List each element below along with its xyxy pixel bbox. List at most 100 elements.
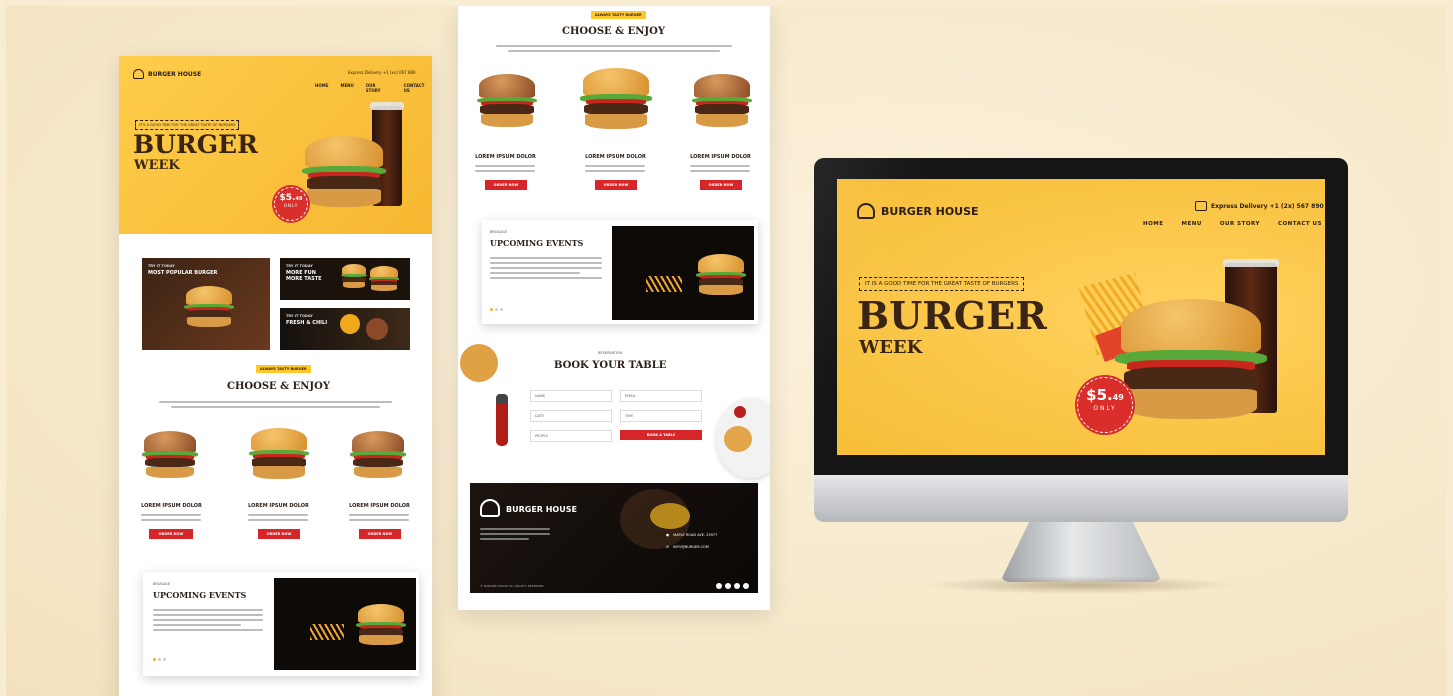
- social-icons: [716, 583, 749, 589]
- burger-logo-icon: [857, 203, 875, 219]
- nav-contact-us[interactable]: CONTACT US: [404, 83, 432, 93]
- left-hero-title: BURGER: [133, 130, 258, 159]
- twitter-icon[interactable]: [725, 583, 731, 589]
- monitor-delivery-info: Express Delivery +1 (2x) 567 890: [1195, 201, 1324, 211]
- mid-order-button-3[interactable]: ORDER NOW: [700, 180, 742, 190]
- booking-title: BOOK YOUR TABLE: [554, 360, 667, 371]
- nav-our-story[interactable]: OUR STORY: [1220, 221, 1260, 227]
- footer-logo[interactable]: BURGER HOUSE: [506, 505, 577, 514]
- promo-card-fun[interactable]: TRY IT TODAY MORE FUN MORE TASTE: [280, 258, 410, 300]
- burger-logo-icon: [133, 69, 144, 79]
- nav-home[interactable]: HOME: [315, 83, 328, 93]
- left-logo[interactable]: BURGER HOUSE: [133, 69, 201, 79]
- booking-time-field[interactable]: TIME: [620, 410, 702, 422]
- mid-events-carousel-dots[interactable]: [490, 308, 503, 311]
- monitor-shadow: [924, 576, 1238, 594]
- footer-copyright: © BURGER HOUSE ALL RIGHTS RESERVED: [480, 584, 544, 588]
- side-burger-decoration: [460, 344, 498, 382]
- nav-menu[interactable]: MENU: [1182, 221, 1202, 227]
- monitor-stand: [1000, 522, 1162, 582]
- delivery-truck-icon: [1195, 201, 1207, 211]
- showcase-canvas: BURGER HOUSE Express Delivery +1 (xx) 06…: [6, 6, 1447, 696]
- left-events-carousel-dots[interactable]: [153, 658, 166, 661]
- mid-menu-item-3: LOREM IPSUM DOLOR ORDER NOW: [678, 58, 763, 198]
- facebook-icon[interactable]: [716, 583, 722, 589]
- hero-burger-image: [301, 136, 387, 208]
- monitor-burger-image: [1115, 299, 1267, 421]
- book-table-button[interactable]: BOOK A TABLE: [620, 430, 702, 440]
- left-section-description: [159, 398, 392, 411]
- monitor-price-badge: $5.49 ONLY: [1077, 377, 1133, 433]
- mail-icon: ✉: [666, 545, 669, 549]
- plate-decoration: [716, 398, 770, 478]
- left-events-sub: BRUSAGE: [153, 582, 170, 586]
- footer-email[interactable]: ✉ INFO@BURGER.COM: [666, 545, 709, 549]
- booking-sub: RESERVATION: [598, 351, 623, 355]
- monitor-mockup: BURGER HOUSE Express Delivery +1 (2x) 56…: [814, 158, 1348, 596]
- booking-people-field[interactable]: PEOPLE: [530, 430, 612, 442]
- youtube-icon[interactable]: [743, 583, 749, 589]
- left-menu-item-1: LOREM IPSUM DOLOR ORDER NOW: [129, 426, 214, 546]
- footer-section: BURGER HOUSE ● MAPLE ROAD AVE. 23977 ✉ I…: [470, 483, 758, 593]
- mid-section-description: [496, 42, 732, 55]
- left-section-tag: ALWAYS TASTY BURGER: [256, 365, 311, 373]
- left-events-image: [274, 578, 416, 670]
- left-price-badge: $5.49 ONLY: [274, 187, 308, 221]
- booking-email-field[interactable]: EMAIL: [620, 390, 702, 402]
- nav-home[interactable]: HOME: [1143, 221, 1164, 227]
- monitor-hero-tagline: IT IS A GOOD TIME FOR THE GREAT TASTE OF…: [859, 277, 1025, 291]
- ketchup-bottle-decoration: [496, 394, 508, 446]
- left-nav: HOME MENU OUR STORY CONTACT US: [315, 83, 432, 93]
- mid-item-title-2: LOREM IPSUM DOLOR: [585, 154, 646, 160]
- nav-menu[interactable]: MENU: [340, 83, 353, 93]
- mid-item-title-1: LOREM IPSUM DOLOR: [475, 154, 536, 160]
- left-hero-subtitle: WEEK: [134, 158, 180, 173]
- mid-order-button-2[interactable]: ORDER NOW: [595, 180, 637, 190]
- left-page-mockup: BURGER HOUSE Express Delivery +1 (xx) 06…: [119, 56, 432, 696]
- nav-our-story[interactable]: OUR STORY: [366, 83, 392, 93]
- monitor-hero-title: BURGER: [857, 293, 1047, 338]
- left-hero-tagline: IT'S A GOOD TIME FOR THE GREAT TASTE OF …: [135, 120, 240, 130]
- location-pin-icon: ●: [666, 533, 670, 537]
- left-order-button-1[interactable]: ORDER NOW: [149, 529, 193, 539]
- monitor-screen: BURGER HOUSE Express Delivery +1 (2x) 56…: [837, 179, 1325, 455]
- left-events-title: UPCOMING EVENTS: [153, 590, 247, 600]
- monitor-hero-subtitle: WEEK: [859, 337, 923, 358]
- left-menu-item-2: LOREM IPSUM DOLOR ORDER NOW: [236, 426, 321, 546]
- left-item-title-2: LOREM IPSUM DOLOR: [248, 503, 309, 509]
- left-hero-section: BURGER HOUSE Express Delivery +1 (xx) 06…: [119, 56, 432, 234]
- monitor-logo[interactable]: BURGER HOUSE: [857, 203, 979, 219]
- left-menu-item-3: LOREM IPSUM DOLOR ORDER NOW: [337, 426, 422, 546]
- booking-name-field[interactable]: NAME: [530, 390, 612, 402]
- promo-card-popular[interactable]: TRY IT TODAY MOST POPULAR BURGER: [142, 258, 270, 350]
- monitor-chin: [814, 475, 1348, 522]
- monitor-logo-text: BURGER HOUSE: [881, 204, 979, 218]
- middle-page-mockup: ALWAYS TASTY BURGER CHOOSE & ENJOY LOREM…: [458, 6, 770, 610]
- mid-menu-item-2: LOREM IPSUM DOLOR ORDER NOW: [573, 58, 658, 198]
- left-section-title: CHOOSE & ENJOY: [227, 381, 331, 392]
- left-logo-text: BURGER HOUSE: [148, 70, 202, 78]
- monitor-nav: HOME MENU OUR STORY CONTACT US: [1143, 221, 1322, 227]
- nav-contact-us[interactable]: CONTACT US: [1278, 221, 1322, 227]
- booking-date-field[interactable]: DATE: [530, 410, 612, 422]
- mid-events-sub: BRUSAGE: [490, 230, 507, 234]
- left-delivery-info: Express Delivery +1 (xx) 067 890: [348, 70, 416, 75]
- footer-address: ● MAPLE ROAD AVE. 23977: [666, 533, 718, 537]
- mid-events-card: BRUSAGE UPCOMING EVENTS: [482, 220, 758, 324]
- promo-banners: TRY IT TODAY MOST POPULAR BURGER TRY IT …: [142, 258, 412, 350]
- instagram-icon[interactable]: [734, 583, 740, 589]
- left-order-button-3[interactable]: ORDER NOW: [359, 529, 401, 539]
- mid-order-button-1[interactable]: ORDER NOW: [485, 180, 527, 190]
- promo-card-chili[interactable]: TRY IT TODAY FRESH & CHILI: [280, 308, 410, 350]
- mid-events-image: [612, 226, 754, 320]
- left-item-title-1: LOREM IPSUM DOLOR: [141, 503, 202, 509]
- mid-menu-item-1: LOREM IPSUM DOLOR ORDER NOW: [463, 58, 548, 198]
- mid-section-tag: ALWAYS TASTY BURGER: [591, 11, 646, 19]
- footer-burger-icon: [480, 499, 500, 517]
- left-events-card: BRUSAGE UPCOMING EVENTS: [143, 572, 419, 676]
- left-order-button-2[interactable]: ORDER NOW: [258, 529, 300, 539]
- left-item-title-3: LOREM IPSUM DOLOR: [349, 503, 410, 509]
- mid-section-title: CHOOSE & ENJOY: [562, 26, 666, 37]
- mid-item-title-3: LOREM IPSUM DOLOR: [690, 154, 751, 160]
- mid-events-title: UPCOMING EVENTS: [490, 238, 584, 248]
